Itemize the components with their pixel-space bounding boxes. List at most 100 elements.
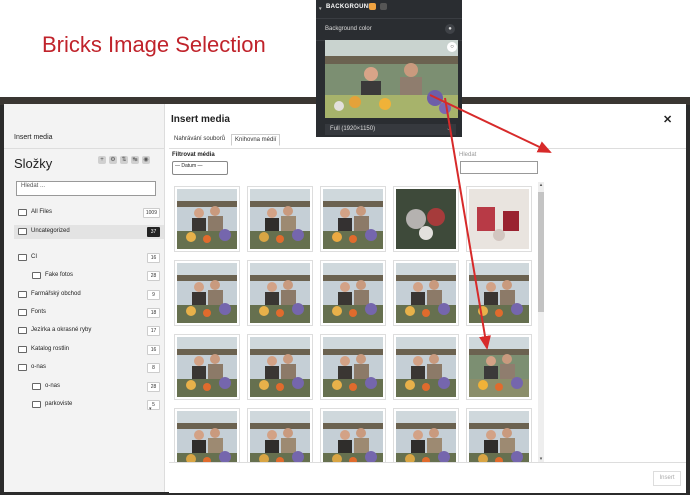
media-thumbnail[interactable]	[248, 409, 312, 464]
folder-count: 16	[147, 253, 160, 263]
folder-item-parkoviste[interactable]: parkoviste 5	[14, 398, 164, 412]
collapse-icon[interactable]: ▾	[319, 6, 322, 12]
sort-name-icon[interactable]: ↹	[131, 156, 139, 164]
media-thumbnail[interactable]	[394, 335, 458, 399]
media-thumbnail[interactable]	[175, 261, 239, 325]
folder-item-uncategorized[interactable]: Uncategorized 37	[14, 225, 164, 239]
modal-footer: Insert	[169, 462, 686, 493]
folder-item-o-nas-sub[interactable]: o-nas 28	[14, 380, 164, 394]
settings-icon[interactable]: ⚙	[109, 156, 117, 164]
folder-icon	[32, 272, 41, 279]
photo-thumbnail	[325, 40, 458, 118]
media-thumbnail[interactable]	[321, 335, 385, 399]
media-thumbnail[interactable]	[175, 187, 239, 251]
date-filter-select[interactable]: — Datum —	[172, 161, 228, 175]
image-size-value: Full (1920×1150)	[330, 126, 376, 132]
sidebar-insert-media-tab[interactable]: Insert media	[14, 134, 53, 141]
folder-label: o-nas	[45, 383, 61, 389]
sort-icon[interactable]: ⇅	[120, 156, 128, 164]
media-thumbnail[interactable]	[394, 261, 458, 325]
folder-label: Fonts	[31, 309, 47, 315]
media-thumbnail[interactable]	[248, 261, 312, 325]
media-thumbnail[interactable]	[467, 261, 531, 325]
media-thumbnail[interactable]	[467, 335, 531, 399]
folder-label: Jezírka a okrasné ryby	[31, 327, 92, 333]
view-icon[interactable]: ◉	[142, 156, 150, 164]
media-grid	[169, 179, 549, 464]
photo-thumbnail	[177, 337, 237, 397]
tab-upload-files[interactable]: Nahrávání souborů	[171, 134, 228, 144]
folder-count: 9	[147, 290, 160, 300]
image-size-select[interactable]: Full (1920×1150) ⌄	[325, 124, 456, 135]
photo-thumbnail	[250, 263, 310, 323]
folder-label: o-nas	[31, 364, 47, 370]
folder-label: Farmářský obchod	[31, 291, 81, 297]
remove-image-icon[interactable]: ○	[447, 42, 457, 52]
folder-label: All Files	[31, 209, 53, 215]
folder-icon	[32, 401, 41, 408]
insert-button[interactable]: Insert	[653, 471, 681, 486]
color-picker-icon[interactable]: ●	[445, 24, 455, 34]
folder-item-ci[interactable]: CI 16	[14, 251, 164, 265]
folder-count: 1009	[142, 208, 160, 218]
folder-search-input[interactable]: Hledat ...	[16, 181, 156, 196]
media-thumbnail[interactable]	[175, 409, 239, 464]
background-panel: ▾ BACKGROUND Background color ● ○ Full (…	[316, 0, 462, 137]
media-thumbnail[interactable]	[248, 335, 312, 399]
folder-label: Uncategorized	[31, 228, 70, 234]
scrollbar-thumb[interactable]	[538, 192, 544, 312]
folder-item-katalog-rostlin[interactable]: Katalog rostlin 16	[14, 343, 164, 357]
sidebar-scrollbar[interactable]: ▾	[149, 336, 153, 416]
folder-count: 17	[147, 326, 160, 336]
tab-media-library[interactable]: Knihovna médií	[231, 134, 281, 146]
media-thumbnail[interactable]	[394, 409, 458, 464]
chevron-down-icon[interactable]: ▾	[149, 406, 152, 412]
photo-thumbnail	[250, 189, 310, 249]
folder-item-o-nas[interactable]: o-nas 8	[14, 361, 164, 375]
media-thumbnail[interactable]	[248, 187, 312, 251]
folder-item-fonts[interactable]: Fonts 18	[14, 306, 164, 320]
desktop-breakpoint-icon[interactable]	[369, 3, 376, 10]
photo-thumbnail	[469, 411, 529, 464]
folder-item-farmarsky-obchod[interactable]: Farmářský obchod 9	[14, 288, 164, 302]
folder-icon	[18, 228, 27, 235]
media-thumbnail[interactable]	[467, 409, 531, 464]
folder-label: parkoviste	[45, 401, 73, 407]
filter-label: Filtrovat média	[172, 152, 215, 158]
photo-thumbnail	[469, 189, 529, 249]
close-icon[interactable]: ✕	[663, 113, 672, 126]
media-thumbnail[interactable]	[321, 187, 385, 251]
folder-icon	[18, 209, 27, 216]
photo-thumbnail	[469, 337, 529, 397]
more-icon[interactable]	[380, 3, 387, 10]
media-thumbnail[interactable]	[467, 187, 531, 251]
panel-heading: ▾ BACKGROUND	[319, 4, 373, 12]
media-thumbnail[interactable]	[321, 409, 385, 464]
folder-count: 37	[147, 227, 160, 237]
photo-thumbnail	[250, 337, 310, 397]
photo-thumbnail	[323, 189, 383, 249]
folders-heading: Složky	[14, 156, 53, 171]
media-thumbnail[interactable]	[394, 187, 458, 251]
media-grid-scrollbar[interactable]: ▴ ▾	[538, 182, 544, 462]
page-title: Bricks Image Selection	[42, 32, 266, 57]
media-thumbnail[interactable]	[321, 261, 385, 325]
chevron-up-icon[interactable]: ▴	[538, 182, 544, 188]
folder-count: 28	[147, 271, 160, 281]
folder-label: Katalog rostlin	[31, 346, 70, 352]
folder-icon	[18, 254, 27, 261]
photo-thumbnail	[469, 263, 529, 323]
photo-thumbnail	[177, 263, 237, 323]
folder-item-fake-fotos[interactable]: Fake fotos 28	[14, 269, 164, 283]
folder-icon	[18, 346, 27, 353]
folder-icon	[18, 364, 27, 371]
folder-icon	[18, 309, 27, 316]
media-thumbnail[interactable]	[175, 335, 239, 399]
add-folder-icon[interactable]: +	[98, 156, 106, 164]
folder-item-jezirka[interactable]: Jezírka a okrasné ryby 17	[14, 324, 164, 338]
background-image-preview[interactable]	[325, 40, 458, 118]
folder-item-all-files[interactable]: All Files 1009	[14, 206, 164, 220]
media-search-input[interactable]	[460, 161, 538, 174]
photo-thumbnail	[396, 337, 456, 397]
photo-thumbnail	[323, 337, 383, 397]
